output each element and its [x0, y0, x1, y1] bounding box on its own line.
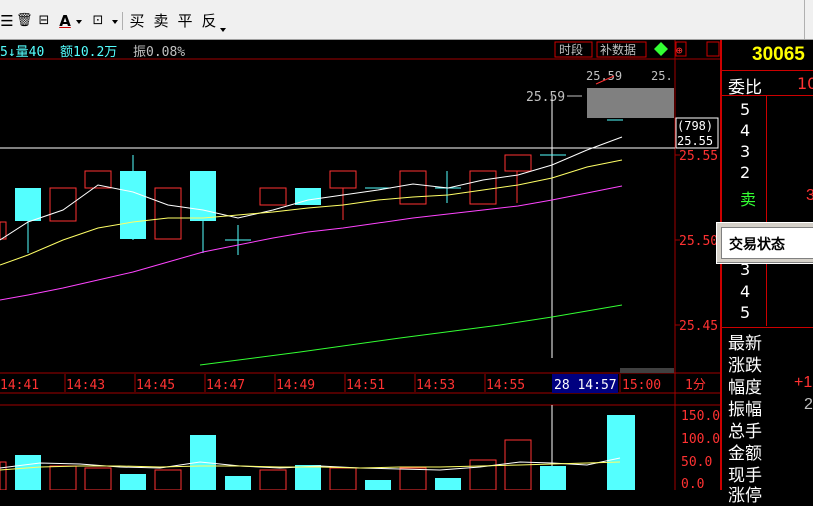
stock-code: 30065	[752, 44, 805, 65]
buy-level: 5	[740, 303, 751, 322]
volume-tick: 100.0	[681, 432, 720, 447]
time-tick: 14:43	[66, 378, 105, 393]
candle	[49, 187, 77, 222]
sell-level: 3	[740, 142, 751, 161]
price-tick: 25.55	[679, 149, 718, 164]
supplement-button-label: 补数据	[600, 42, 636, 57]
ratio-value: 10	[797, 74, 813, 93]
toolbar-edge	[804, 0, 805, 39]
ratio-row: 委比 10	[722, 71, 813, 98]
period-label[interactable]: 1分	[685, 378, 706, 393]
hidden-tooltip	[587, 88, 674, 118]
sell-value: 3	[806, 187, 813, 204]
sell-level: 4	[740, 121, 751, 140]
ma10-line	[0, 159, 623, 266]
diamond-icon[interactable]	[654, 42, 668, 56]
trash-icon[interactable]: 🗑	[16, 11, 33, 31]
cursor-time-label: 28 14:57	[554, 378, 617, 393]
sell-label: 卖	[740, 190, 757, 209]
trade-status-title: 交易状态	[729, 237, 785, 253]
toolbar: ☰ 🗑 ⊟ A ⊡ 买 卖 平 反	[0, 0, 813, 40]
sell-button[interactable]: 卖	[152, 11, 170, 31]
volume-info: 5↓量40	[0, 45, 44, 60]
trade-status-content: 交易状态	[721, 227, 813, 259]
quote-value-percent: +1	[794, 374, 813, 391]
time-tick: 14:55	[486, 378, 525, 393]
time-end-label: 15:00	[622, 378, 661, 393]
amplitude-info: 振0.08%	[133, 45, 185, 60]
quote-panel: 30065 委比 10 5 4 3 2 卖 3 3 4 5 最新 涨跌 幅度 +…	[720, 40, 813, 506]
list-icon[interactable]: ☰	[0, 11, 14, 31]
candle	[469, 170, 497, 205]
time-tick: 14:47	[206, 378, 245, 393]
trade-status-dialog[interactable]: 交易状态	[716, 222, 813, 264]
save-dropdown-icon[interactable]	[112, 20, 118, 24]
sell-level: 5	[740, 100, 751, 119]
volume-tick: 50.0	[681, 455, 712, 470]
buy-level: 4	[740, 282, 751, 301]
period-button-label: 时段	[559, 42, 583, 57]
toolbar-divider	[122, 12, 123, 30]
ma60-line	[199, 304, 623, 366]
flat-button[interactable]: 平	[176, 11, 194, 31]
time-tick: 14:49	[276, 378, 315, 393]
candle	[504, 154, 532, 172]
buy-button[interactable]: 买	[128, 11, 146, 31]
candle	[120, 171, 146, 239]
candle	[329, 170, 357, 189]
candle	[154, 187, 182, 240]
maximize-icon[interactable]	[706, 41, 720, 57]
candle	[399, 170, 427, 205]
time-tick: 14:41	[0, 378, 39, 393]
amount-info: 额10.2万	[60, 45, 117, 60]
candles	[0, 154, 566, 255]
more-dropdown-icon[interactable]	[220, 28, 226, 32]
quote-label-limit-up: 涨停	[728, 486, 762, 506]
reverse-button[interactable]: 反	[200, 11, 218, 31]
price-tick: 25.45	[679, 319, 718, 334]
font-color-dropdown-icon[interactable]	[76, 20, 82, 24]
current-count: (798)	[677, 119, 713, 133]
candle	[190, 171, 216, 221]
code-header: 30065	[722, 40, 813, 71]
volume-tick: 150.0	[681, 409, 720, 424]
volume-bars	[0, 415, 635, 491]
candle	[259, 187, 287, 206]
font-color-icon[interactable]: A	[58, 11, 72, 31]
ratio-label: 委比	[728, 78, 762, 98]
sell-level: 2	[740, 163, 751, 182]
time-tick: 14:51	[346, 378, 385, 393]
quote-value-amplitude: 2	[804, 396, 813, 413]
candle	[15, 188, 41, 221]
lock-icon[interactable]: ⊟	[36, 11, 52, 31]
high-label: 25.	[651, 69, 673, 83]
cursor-high-label: 25.59	[526, 90, 565, 105]
current-price: 25.55	[677, 134, 713, 148]
save-icon[interactable]: ⊡	[90, 11, 106, 31]
volume-tick: 0.0	[681, 477, 704, 490]
kline-chart[interactable]: 5↓量40 额10.2万 振0.08% 时段 补数据 ⊕ 25.55 25.50…	[0, 40, 720, 492]
price-tick: 25.50	[679, 234, 718, 249]
axis-tiny-label: ⊕	[676, 44, 683, 57]
time-tick: 14:53	[416, 378, 455, 393]
time-tick: 14:45	[136, 378, 175, 393]
